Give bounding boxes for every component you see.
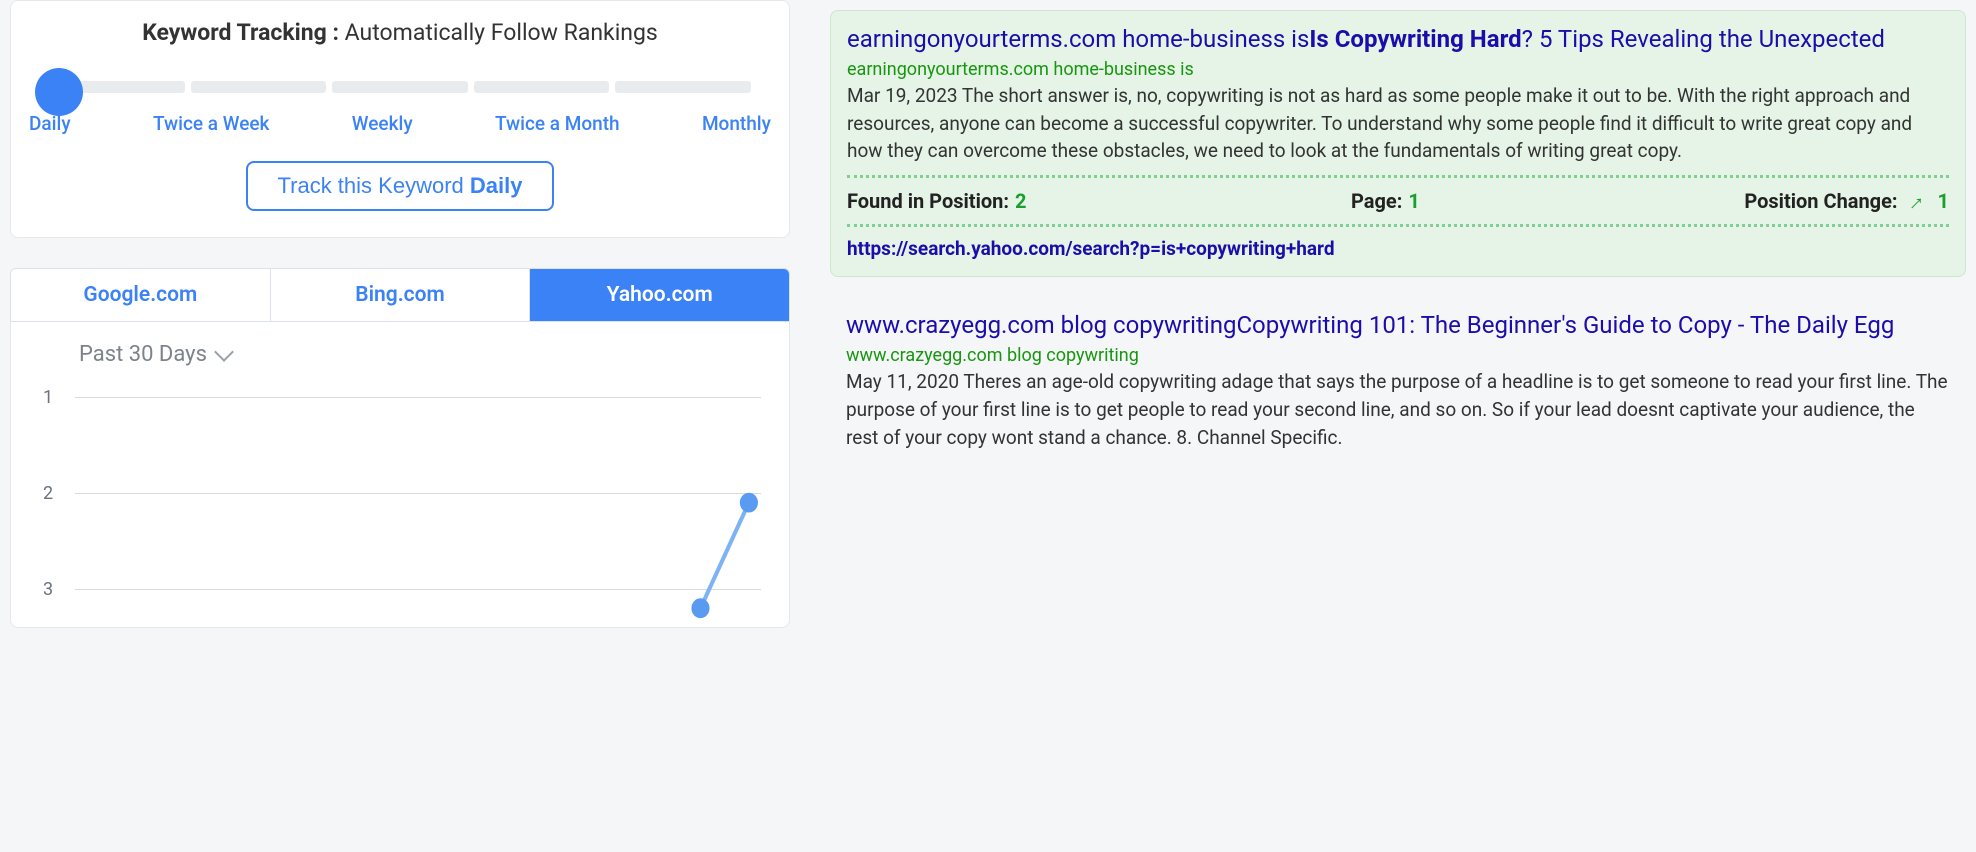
tracking-card: Keyword Tracking : Automatically Follow …: [10, 0, 790, 238]
tracking-title-rest: Automatically Follow Rankings: [339, 19, 658, 46]
track-button-prefix: Track this Keyword: [278, 173, 470, 198]
y-tick: 2: [43, 483, 53, 504]
meta-value: 2: [1015, 189, 1026, 213]
chevron-down-icon: [214, 342, 234, 362]
meta-label: Found in Position:: [847, 189, 1009, 213]
search-result: www.crazyegg.com blog copywritingCopywri…: [830, 297, 1966, 467]
meta-value: 1: [1408, 189, 1419, 213]
ranking-chart: 1 2 3: [39, 397, 761, 617]
meta-value: 1: [1938, 189, 1949, 213]
slider-labels: Daily Twice a Week Weekly Twice a Month …: [29, 112, 771, 135]
slider-option[interactable]: Twice a Week: [153, 112, 270, 135]
result-description: Mar 19, 2023 The short answer is, no, co…: [847, 82, 1949, 165]
slider-track: [49, 80, 751, 94]
slider-option[interactable]: Twice a Month: [495, 112, 620, 135]
chart-card: Past 30 Days 1 2 3: [10, 322, 790, 628]
result-meta: Found in Position:2 Page:1 Position Chan…: [847, 188, 1949, 214]
meta-label: Page:: [1351, 189, 1402, 213]
y-tick: 1: [43, 387, 53, 408]
slider-option[interactable]: Daily: [29, 112, 71, 135]
time-range-select[interactable]: Past 30 Days: [79, 342, 231, 367]
slider-option[interactable]: Weekly: [352, 112, 413, 135]
tab-yahoo[interactable]: Yahoo.com: [530, 269, 789, 321]
engine-tabs: Google.com Bing.com Yahoo.com: [10, 268, 790, 322]
time-range-label: Past 30 Days: [79, 342, 207, 367]
slider-thumb[interactable]: [35, 68, 83, 116]
divider: [847, 224, 1949, 227]
search-result: earningonyourterms.com home-business isI…: [830, 10, 1966, 277]
frequency-slider[interactable]: [45, 80, 755, 94]
slider-option[interactable]: Monthly: [702, 112, 771, 135]
meta-label: Position Change:: [1744, 189, 1897, 213]
y-tick: 3: [43, 579, 53, 600]
result-url[interactable]: https://search.yahoo.com/search?p=is+cop…: [847, 237, 1949, 260]
result-site: www.crazyegg.com blog copywriting: [846, 345, 1950, 366]
result-site: earningonyourterms.com home-business is: [847, 59, 1949, 80]
arrow-up-icon: →: [1897, 184, 1931, 218]
result-description: May 11, 2020 Theres an age-old copywriti…: [846, 368, 1950, 451]
result-title[interactable]: www.crazyegg.com blog copywritingCopywri…: [846, 309, 1950, 341]
tab-bing[interactable]: Bing.com: [271, 269, 531, 321]
tracking-title-bold: Keyword Tracking :: [142, 19, 339, 46]
divider: [847, 175, 1949, 178]
chart-svg: [75, 397, 761, 617]
track-button-freq: Daily: [470, 173, 523, 198]
tab-google[interactable]: Google.com: [11, 269, 271, 321]
tracking-title: Keyword Tracking : Automatically Follow …: [35, 19, 765, 46]
result-title[interactable]: earningonyourterms.com home-business isI…: [847, 23, 1949, 55]
track-keyword-button[interactable]: Track this Keyword Daily: [246, 161, 555, 211]
